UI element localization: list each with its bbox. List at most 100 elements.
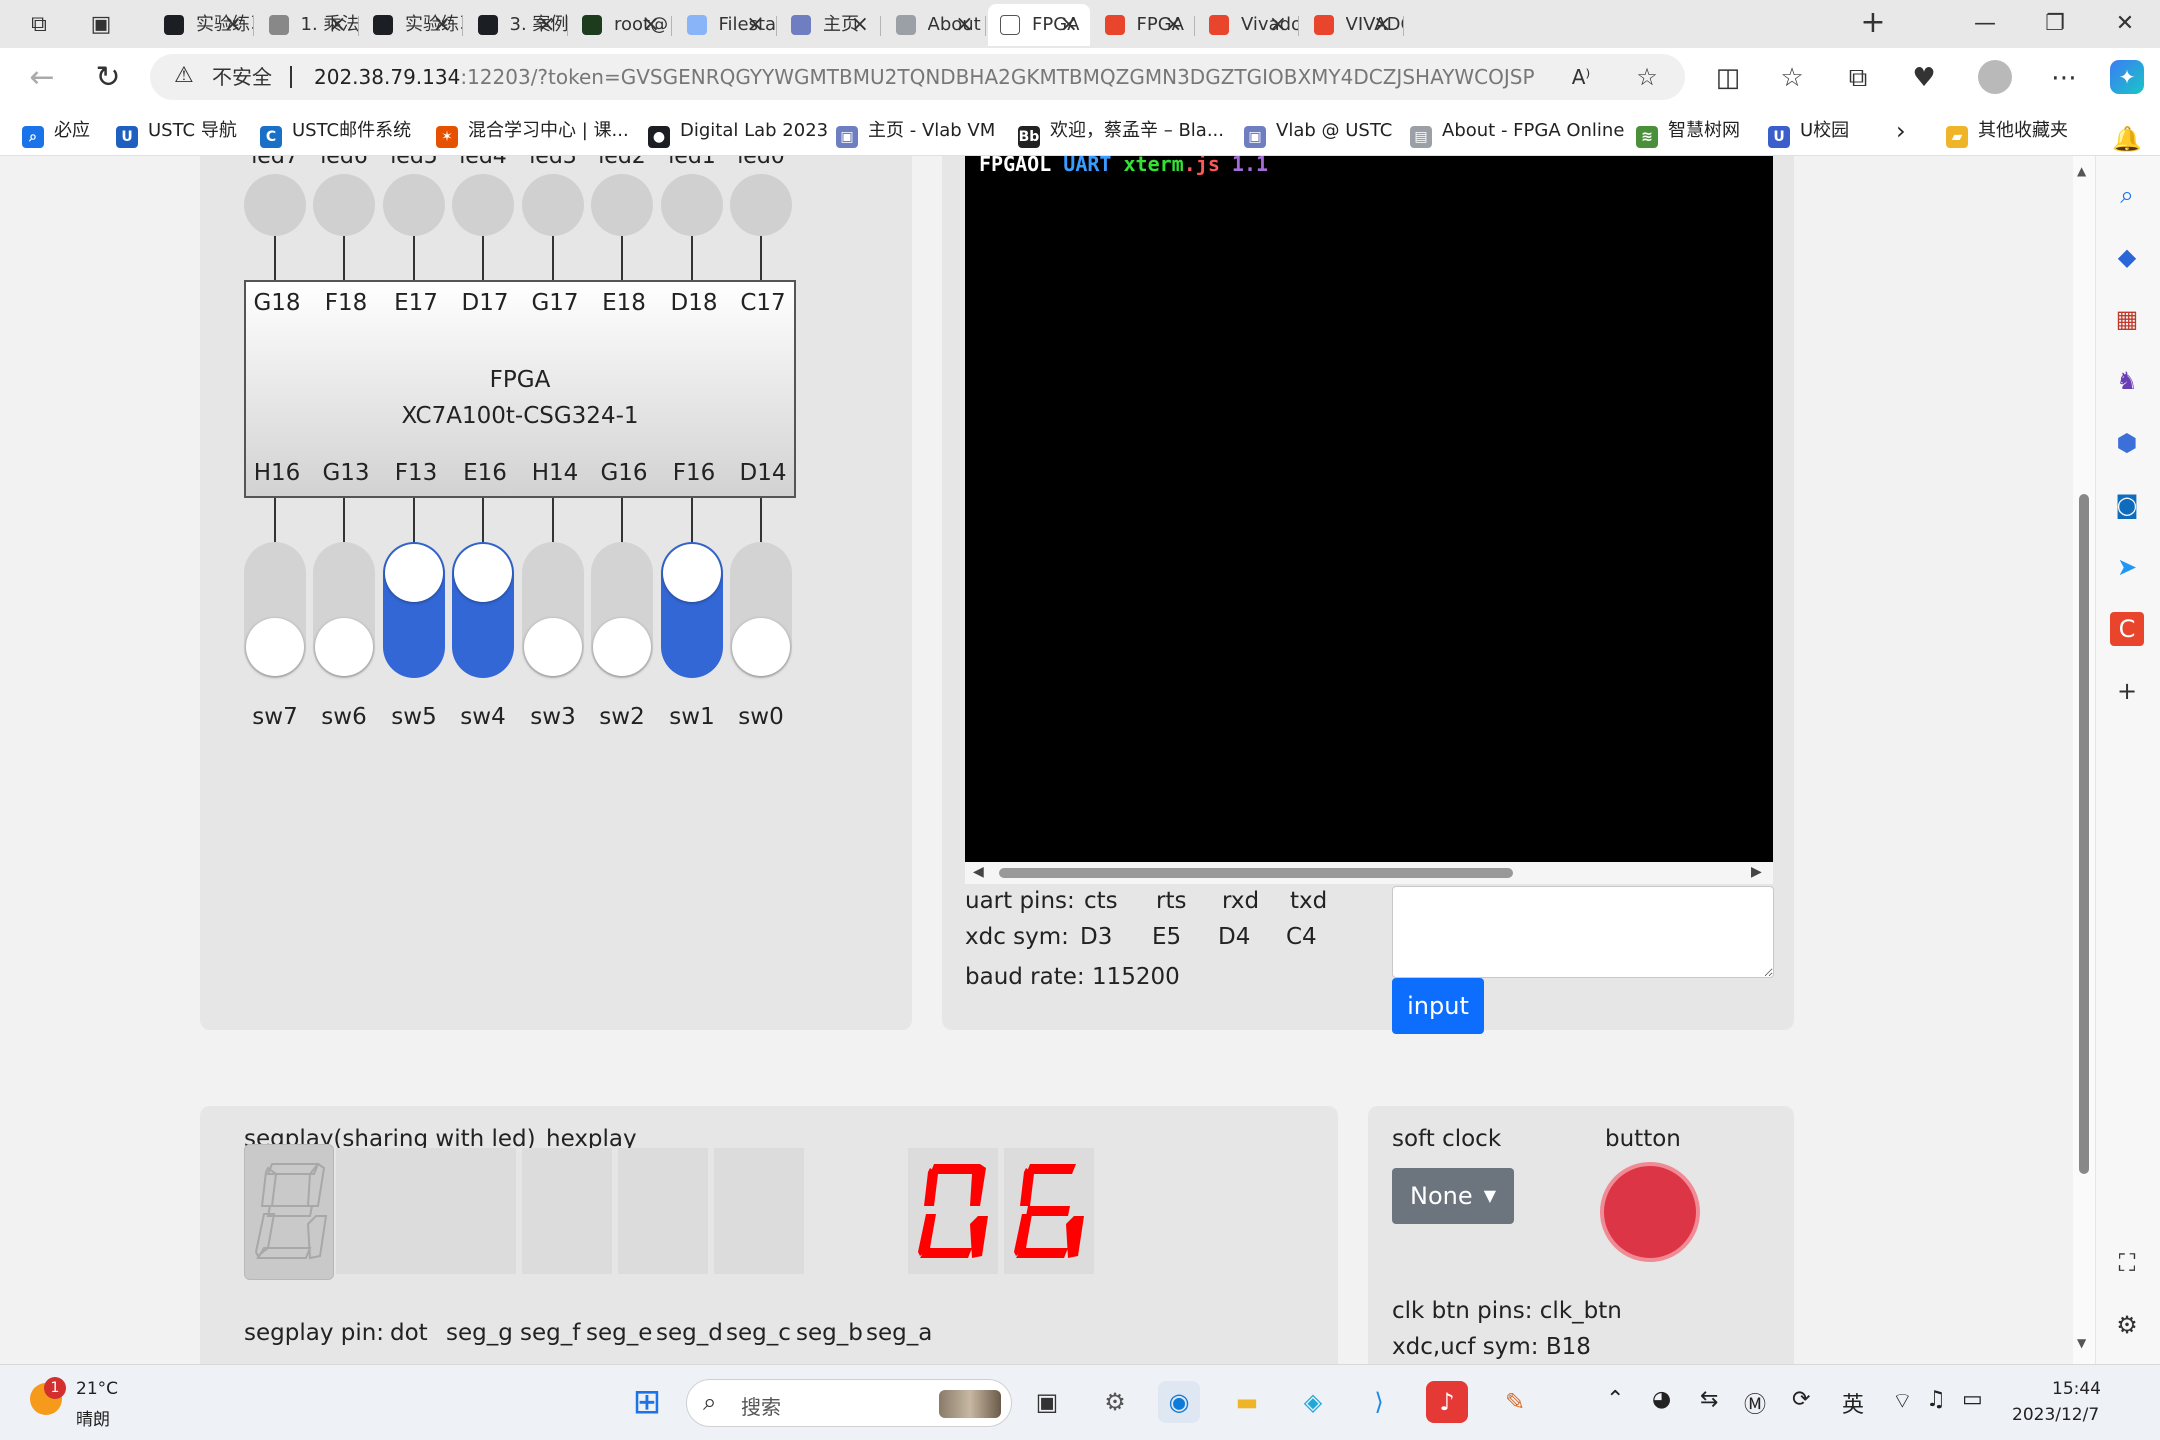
terminal-scrollbar[interactable]: ◀ ▶	[965, 862, 1773, 884]
toggle-switch[interactable]	[383, 542, 445, 678]
bookmark-item[interactable]: ✶ 混合学习中心 | 课...	[436, 106, 629, 156]
toggle-switch[interactable]	[730, 542, 792, 678]
weather-desc[interactable]: 晴朗	[76, 1405, 110, 1430]
bookmark-item[interactable]: ▣ 主页 - Vlab VM	[836, 106, 995, 156]
browser-tab[interactable]: 实验练习×	[361, 4, 463, 46]
tab-close-icon[interactable]: ×	[1373, 4, 1391, 46]
toggle-switch[interactable]	[313, 542, 375, 678]
tab-close-icon[interactable]: ×	[537, 4, 555, 46]
tab-close-icon[interactable]: ×	[1269, 4, 1287, 46]
close-window-button[interactable]: ✕	[2090, 0, 2160, 48]
clock-time[interactable]: 15:44	[2052, 1379, 2101, 1399]
tools-icon[interactable]: ▦	[2110, 302, 2144, 336]
url-text[interactable]: 202.38.79.134:12203/?token=GVSGENRQGYYWG…	[314, 54, 1534, 100]
toggle-switch[interactable]	[591, 542, 653, 678]
volume-icon[interactable]: ♫	[1926, 1387, 1946, 1412]
settings-app-icon[interactable]: ⚙	[1094, 1381, 1136, 1423]
soft-clock-select[interactable]: None ▼	[1392, 1168, 1514, 1224]
bell-icon[interactable]: 🔔	[2110, 122, 2144, 156]
switch-knob[interactable]	[315, 618, 373, 676]
qq-icon[interactable]: ◕	[1652, 1387, 1671, 1412]
bookmark-item[interactable]: ⌕ 必应	[22, 106, 90, 156]
browser-tab[interactable]: 3. 案例 ×	[466, 4, 568, 46]
read-aloud-icon[interactable]: A⁾	[1566, 62, 1596, 92]
scroll-left-icon[interactable]: ◀	[973, 864, 984, 880]
switch-knob[interactable]	[246, 618, 304, 676]
back-icon[interactable]: ←	[22, 58, 62, 98]
switch-knob[interactable]	[385, 544, 443, 602]
browser-tab[interactable]: root@ ×	[570, 4, 672, 46]
pinned-app-icon[interactable]: ✎	[1494, 1381, 1536, 1423]
wifi-icon[interactable]: ⌔	[1892, 1387, 1913, 1415]
clock-date[interactable]: 2023/12/7	[2012, 1405, 2099, 1425]
switch-knob[interactable]	[593, 618, 651, 676]
toggle-switch[interactable]	[522, 542, 584, 678]
uart-input-field[interactable]	[1392, 886, 1774, 978]
terminal-scroll-thumb[interactable]	[999, 868, 1513, 878]
bookmark-item[interactable]: ≋ 智慧树网	[1636, 106, 1740, 156]
workspaces-icon[interactable]: ⧉	[22, 8, 56, 42]
battery-icon[interactable]: ▭	[1962, 1387, 1983, 1412]
tab-close-icon[interactable]: ×	[328, 4, 346, 46]
bookmark-item[interactable]: C USTC邮件系统	[260, 106, 411, 156]
tab-close-icon[interactable]: ×	[642, 4, 660, 46]
switch-knob[interactable]	[524, 618, 582, 676]
browser-tab[interactable]: Filestash×	[675, 4, 777, 46]
extension-icon[interactable]: ♥	[1906, 60, 1942, 96]
restore-button[interactable]: ❐	[2020, 0, 2090, 48]
tab-close-icon[interactable]: ×	[1164, 4, 1182, 46]
vscode-icon[interactable]: ⟩	[1358, 1381, 1400, 1423]
taskbar-search[interactable]: ⌕ 搜索	[686, 1379, 1012, 1427]
m365-icon[interactable]: ⬢	[2110, 426, 2144, 460]
url-field[interactable]: ⚠ 不安全 202.38.79.134:12203/?token=GVSGENR…	[150, 54, 1685, 100]
security-label[interactable]: 不安全	[212, 54, 272, 100]
tray-tool-icon[interactable]: ⇆	[1700, 1387, 1718, 1412]
scroll-right-icon[interactable]: ▶	[1751, 864, 1762, 880]
bookmark-item[interactable]: U U校园	[1768, 106, 1849, 156]
send-icon[interactable]: ➤	[2110, 550, 2144, 584]
browser-tab[interactable]: 主页 ×	[779, 4, 881, 46]
browser-tab[interactable]: About ×	[884, 4, 986, 46]
more-menu-icon[interactable]: ⋯	[2046, 60, 2082, 96]
minimize-button[interactable]: —	[1950, 0, 2020, 48]
uart-input-button[interactable]: input	[1392, 978, 1484, 1034]
settings-icon[interactable]: ⚙	[2110, 1308, 2144, 1342]
page-scrollbar[interactable]: ▲ ▼	[2073, 156, 2095, 1364]
tab-close-icon[interactable]: ×	[746, 4, 764, 46]
ime-indicator[interactable]: 英	[1842, 1387, 1864, 1419]
screenshot-icon[interactable]: ⛶	[2110, 1246, 2144, 1280]
tab-close-icon[interactable]: ×	[851, 4, 869, 46]
tab-close-icon[interactable]: ×	[224, 4, 242, 46]
browser-tab[interactable]: 1. 乘法 ×	[257, 4, 359, 46]
switch-knob[interactable]	[732, 618, 790, 676]
tab-close-icon[interactable]: ×	[955, 4, 973, 46]
switch-knob[interactable]	[663, 544, 721, 602]
toggle-switch[interactable]	[452, 542, 514, 678]
collections-icon[interactable]: ⧉	[1840, 60, 1876, 96]
outlook-icon[interactable]: ◙	[2110, 488, 2144, 522]
tab-actions-icon[interactable]: ▣	[84, 8, 118, 42]
weather-temp[interactable]: 21°C	[76, 1379, 118, 1399]
browser-tab[interactable]: Vivado ×	[1197, 4, 1299, 46]
bookmarks-more-icon[interactable]: ›	[1896, 106, 1906, 156]
toggle-switch[interactable]	[661, 542, 723, 678]
toggle-switch[interactable]	[244, 542, 306, 678]
uart-terminal[interactable]: FPGAOL UART xterm.js 1.1	[965, 156, 1773, 862]
refresh-icon[interactable]: ↻	[88, 58, 128, 98]
browser-tab[interactable]: 实验练习×	[152, 4, 254, 46]
bookmark-item[interactable]: Bb 欢迎，蔡孟辛 – Bla...	[1018, 106, 1224, 156]
browser-tab[interactable]: FPGA ×	[988, 4, 1090, 46]
tab-close-icon[interactable]: ×	[433, 4, 451, 46]
page-scroll-thumb[interactable]	[2079, 494, 2089, 1174]
c-app-icon[interactable]: C	[2110, 612, 2144, 646]
tray-app-icon[interactable]: Ⓜ	[1744, 1387, 1766, 1419]
bookmark-item[interactable]: ▤ About - FPGA Online	[1410, 106, 1624, 156]
file-explorer-icon[interactable]: ▬	[1226, 1381, 1268, 1423]
sync-icon[interactable]: ⟳	[1792, 1387, 1810, 1412]
games-icon[interactable]: ♞	[2110, 364, 2144, 398]
warning-icon[interactable]: ⚠	[174, 64, 198, 88]
bookmark-item[interactable]: ▰ 其他收藏夹	[1946, 106, 2068, 156]
bookmark-item[interactable]: ▣ Vlab @ USTC	[1244, 106, 1392, 156]
favorite-star-icon[interactable]: ☆	[1632, 62, 1662, 92]
split-screen-icon[interactable]: ◫	[1710, 60, 1746, 96]
